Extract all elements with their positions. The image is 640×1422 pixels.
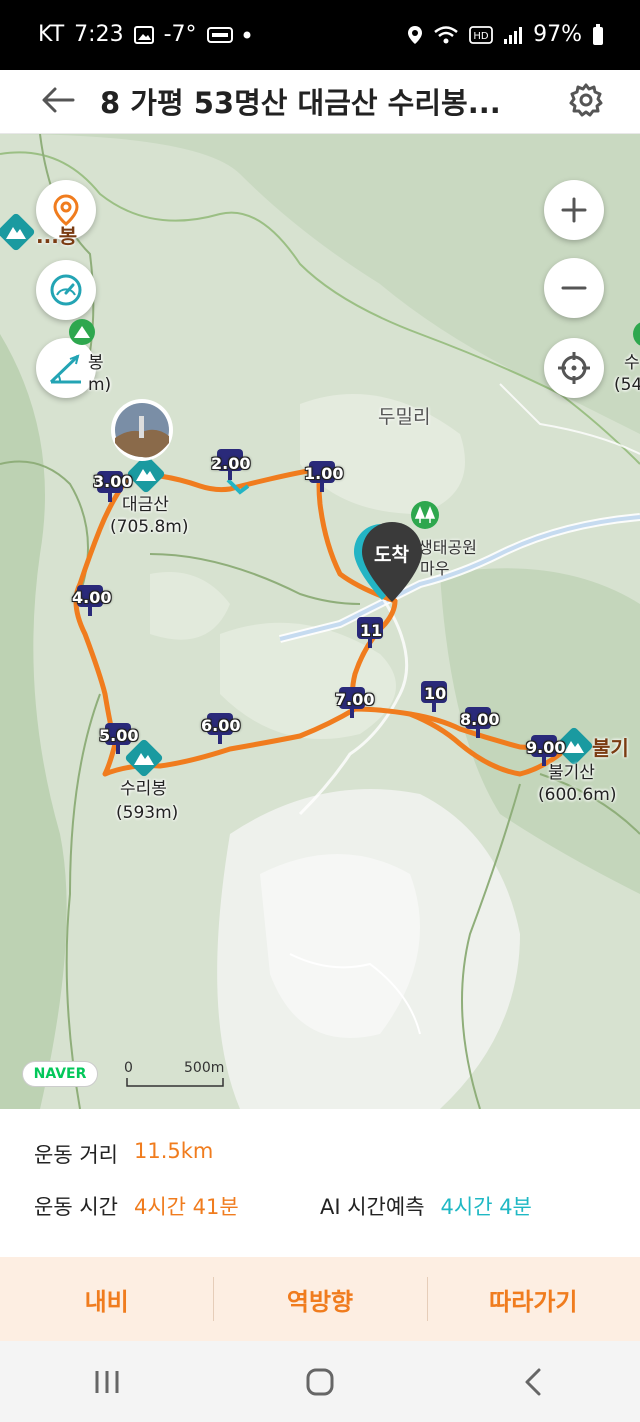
system-nav-bar <box>0 1341 640 1422</box>
back-button[interactable] <box>34 76 82 124</box>
back-arrow-icon <box>42 87 75 113</box>
dot-icon <box>243 31 251 39</box>
back-icon <box>525 1368 541 1395</box>
km-label-8: 8.00 <box>460 710 500 729</box>
wifi-icon <box>433 25 459 45</box>
carrier-label: KT <box>38 22 65 47</box>
navi-button[interactable]: 내비 <box>0 1257 213 1341</box>
crosshair-icon <box>558 352 590 384</box>
time-value: 4시간 41분 <box>133 1195 239 1219</box>
km-label-6: 6.00 <box>201 716 241 735</box>
slope-icon <box>49 354 81 384</box>
distance-row: 운동 거리 11.5km <box>34 1139 213 1169</box>
peak-icon-right <box>632 320 640 352</box>
location-icon <box>407 25 423 45</box>
battery-percent: 97% <box>533 22 582 47</box>
km-label-9: 9.00 <box>526 738 566 757</box>
svg-text:HD: HD <box>473 31 489 42</box>
partial-peak-label-right-edge: 불기 <box>592 736 629 760</box>
peak-elev-suribong: (593m) <box>116 803 179 823</box>
signal-icon <box>503 25 523 45</box>
summit-icon-top-left <box>0 212 36 256</box>
action-bar: 내비 역방향 따라가기 <box>0 1257 640 1341</box>
peak-name-suribong: 수리봉 <box>120 779 167 799</box>
page-title: 8 가평 53명산 대금산 수리봉... <box>100 86 501 120</box>
status-bar: KT 7:23 -7° HD 97% <box>0 0 640 70</box>
naver-logo: NAVER <box>22 1061 98 1087</box>
zoom-in-icon <box>561 197 587 223</box>
image-icon <box>133 25 154 44</box>
zoom-out-icon <box>561 286 587 290</box>
ai-time-value: 4시간 4분 <box>440 1195 532 1219</box>
km-label-2: 2.00 <box>211 454 251 473</box>
system-back-button[interactable] <box>427 1341 640 1422</box>
photo-marker[interactable] <box>110 398 174 466</box>
time-label: 운동 시간 <box>34 1195 118 1219</box>
home-button[interactable] <box>213 1341 426 1422</box>
distance-value: 11.5km <box>133 1139 214 1163</box>
hd-icon: HD <box>469 25 493 44</box>
arrival-label: 도착 <box>374 544 409 566</box>
partial-peak-name-right: 수 <box>624 353 640 373</box>
km-label-3: 3.00 <box>93 472 133 491</box>
zoom-in-button[interactable] <box>544 180 604 240</box>
home-icon <box>306 1368 334 1395</box>
zoom-out-button[interactable] <box>544 258 604 318</box>
km-label-11: 11 <box>360 621 383 640</box>
partial-peak-label-left-top: ...봉 <box>36 224 78 248</box>
partial-peak-name-left-mid: 봉 <box>88 353 104 373</box>
temperature-label: -7° <box>163 22 197 47</box>
ai-time-label: AI 시간예측 <box>320 1195 425 1219</box>
map-view[interactable]: 두밀리 생태공원 마우 ...봉 봉 m) 수 (54 불기 대금산 (705.… <box>0 134 640 1109</box>
status-right: HD 97% <box>407 22 604 47</box>
peak-elev-daegeumsan: (705.8m) <box>110 517 189 537</box>
km-label-7: 7.00 <box>335 690 375 709</box>
recent-apps-button[interactable] <box>0 1341 213 1422</box>
app-header: 8 가평 53명산 대금산 수리봉... <box>0 70 640 134</box>
recenter-button[interactable] <box>544 338 604 398</box>
km-label-5: 5.00 <box>99 726 139 745</box>
speed-button[interactable] <box>36 260 96 320</box>
clock: 7:23 <box>74 22 124 47</box>
gom-icon <box>206 26 233 43</box>
peak-name-daegeumsan: 대금산 <box>122 495 169 515</box>
partial-peak-elev-left-mid: m) <box>88 375 112 395</box>
settings-button[interactable] <box>560 74 612 126</box>
battery-icon <box>592 23 604 46</box>
reverse-button[interactable]: 역방향 <box>213 1257 426 1341</box>
scale-value-label: 500m <box>184 1060 225 1076</box>
peak-icon-left-mid <box>68 318 96 350</box>
km-label-10: 10 <box>424 684 447 703</box>
km-label-4: 4.00 <box>72 588 112 607</box>
gear-icon <box>569 83 603 117</box>
partial-peak-elev-right: (54 <box>614 375 640 395</box>
follow-button[interactable]: 따라가기 <box>426 1257 640 1341</box>
recent-apps-icon <box>95 1370 119 1393</box>
peak-elev-bulgisan: (600.6m) <box>538 785 617 805</box>
speedometer-icon <box>50 274 82 306</box>
status-left: KT 7:23 -7° <box>38 22 251 47</box>
track-info-panel: 운동 거리 11.5km 운동 시간 4시간 41분 AI 시간예측 4시간 4… <box>0 1109 640 1257</box>
time-row: 운동 시간 4시간 41분 <box>34 1191 239 1221</box>
km-label-1: 1.00 <box>304 464 344 483</box>
scale-zero-label: 0 <box>124 1060 133 1076</box>
place-label-dumilli: 두밀리 <box>378 406 431 428</box>
distance-label: 운동 거리 <box>34 1143 118 1167</box>
ai-time-row: AI 시간예측 4시간 4분 <box>320 1191 532 1221</box>
